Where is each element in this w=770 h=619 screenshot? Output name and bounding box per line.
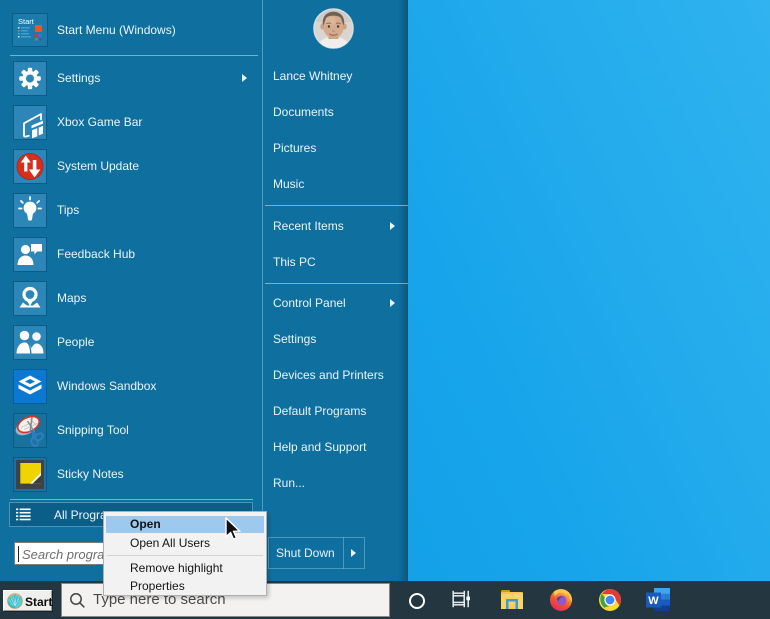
svg-text:W: W [648,595,659,607]
svg-text:Start: Start [18,17,35,26]
